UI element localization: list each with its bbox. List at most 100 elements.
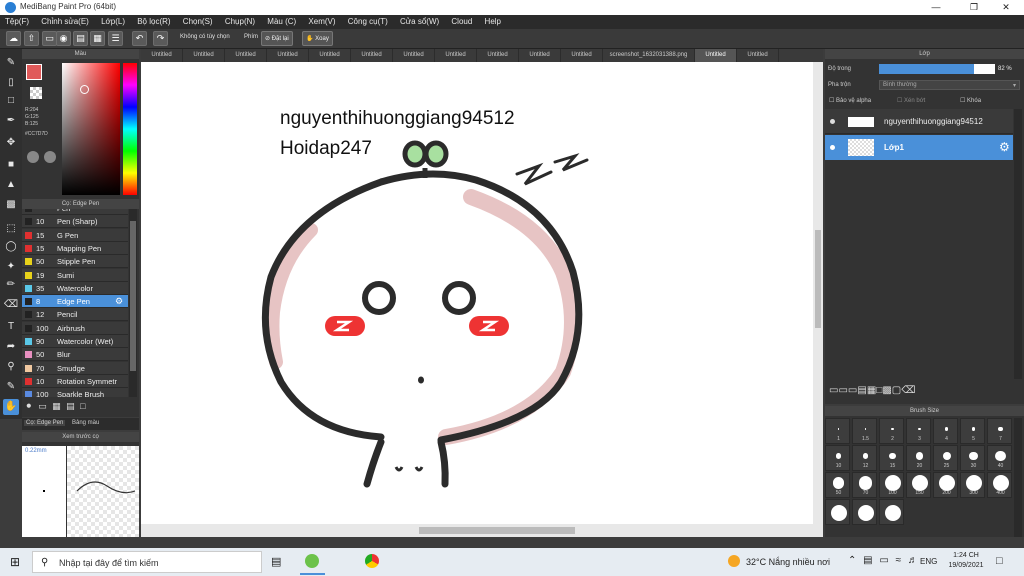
brush-size-cell[interactable]: 10 xyxy=(825,445,850,471)
brush-item[interactable]: 15 G Pen xyxy=(22,228,128,242)
chat-icon[interactable]: ◉ xyxy=(56,31,71,46)
windows-start-icon[interactable]: ⊞ xyxy=(10,555,20,569)
search-box[interactable]: ⚲ Nhập tại đây để tìm kiếm xyxy=(32,551,262,573)
brush-item[interactable]: 90 Watercolor (Wet) xyxy=(22,335,128,348)
layer-row-selected[interactable]: Lớp1 ⚙ xyxy=(825,135,1013,160)
transparent-swatch[interactable] xyxy=(30,87,42,99)
merge-icon[interactable]: ▩ xyxy=(882,385,891,396)
select-tool-icon[interactable]: ⬚ xyxy=(3,221,19,237)
clock[interactable]: 1:24 CH 19/09/2021 xyxy=(946,551,986,571)
brush-folder-icon[interactable]: ▦ xyxy=(52,401,61,411)
folder-icon[interactable]: ▦ xyxy=(867,385,876,396)
medibang-taskbar-icon[interactable] xyxy=(305,554,319,568)
settings-icon[interactable]: ▢ xyxy=(892,385,901,396)
opacity-slider[interactable] xyxy=(879,64,995,74)
brush-item[interactable]: 10 Rotation Symmetr xyxy=(22,374,128,388)
wifi-icon[interactable]: ≈ xyxy=(896,555,902,566)
brush-size-cell[interactable]: 400 xyxy=(987,472,1012,498)
magic-wand-icon[interactable]: ✦ xyxy=(3,259,19,275)
add-layer-icon[interactable]: ▤ xyxy=(857,385,866,396)
brush-size-cell[interactable]: 200 xyxy=(933,472,958,498)
doc-tab[interactable]: Untitled xyxy=(351,49,393,62)
reset-button[interactable]: ⊘ Đặt lại xyxy=(261,31,293,46)
brush-size-cell[interactable]: 12 xyxy=(852,445,877,471)
notification-icon[interactable]: □ xyxy=(996,555,1003,567)
brush-item[interactable]: 100 Airbrush xyxy=(22,321,128,335)
gradient-tool-icon[interactable]: ▩ xyxy=(3,197,19,213)
brush-size-cell[interactable]: 300 xyxy=(960,472,985,498)
drawing-canvas[interactable]: nguyenthihuonggiang94512 Hoidap247 xyxy=(141,62,813,524)
rotate-button[interactable]: ✋ Xoay xyxy=(302,31,333,46)
battery-icon[interactable]: ▭ xyxy=(879,555,888,566)
tab-palette[interactable]: Bảng màu xyxy=(72,420,99,426)
undo-icon[interactable]: ↶ xyxy=(132,31,147,46)
brush-size-cell[interactable]: 50 xyxy=(825,472,850,498)
doc-tab[interactable]: Untitled xyxy=(141,49,183,62)
lock-checkbox[interactable]: ☐ Khóa xyxy=(960,97,981,104)
lasso-tool-icon[interactable]: ◯ xyxy=(3,239,19,255)
doc-tab[interactable]: Untitled xyxy=(393,49,435,62)
menu-select[interactable]: Chọn(S) xyxy=(178,15,218,29)
brush-size-cell[interactable]: 25 xyxy=(933,445,958,471)
comment-icon[interactable]: ▭ xyxy=(42,31,57,46)
main-color-swatch[interactable] xyxy=(26,64,42,80)
palette-icon[interactable] xyxy=(44,151,56,163)
saturation-picker[interactable] xyxy=(62,63,120,195)
doc-tab[interactable]: Untitled xyxy=(737,49,779,62)
brush-item[interactable]: 10 Pen (Sharp) xyxy=(22,215,128,229)
chrome-taskbar-icon[interactable] xyxy=(365,554,379,568)
brush-size-cell[interactable]: 1 xyxy=(825,418,850,444)
dropper-tool-icon[interactable]: ⚲ xyxy=(3,359,19,375)
brush-scrollbar[interactable] xyxy=(129,209,137,397)
visibility-icon[interactable] xyxy=(830,119,835,124)
menu-snap[interactable]: Chụp(N) xyxy=(220,15,260,29)
text-tool-icon[interactable]: T xyxy=(3,319,19,335)
brush-item[interactable]: 19 Sumi xyxy=(22,268,128,282)
brush-size-cell[interactable]: 7 xyxy=(987,418,1012,444)
brush-size-cell[interactable] xyxy=(825,499,850,525)
brush-size-cell[interactable]: 4 xyxy=(933,418,958,444)
brush-size-cell[interactable]: 150 xyxy=(906,472,931,498)
brush-item[interactable]: 70 Smudge xyxy=(22,361,128,375)
horizontal-scroll-thumb[interactable] xyxy=(419,527,575,534)
brush-size-cell[interactable]: 100 xyxy=(879,472,904,498)
brush-add-icon[interactable]: ⚫ xyxy=(25,401,33,411)
brush-item[interactable]: 15 Mapping Pen xyxy=(22,241,128,255)
brush-size-cell[interactable]: 15 xyxy=(879,445,904,471)
doc-tab[interactable]: Untitled xyxy=(561,49,603,62)
brush-size-cell[interactable]: 40 xyxy=(987,445,1012,471)
move-tool-icon[interactable]: ✥ xyxy=(3,135,19,151)
brush-size-cell[interactable]: 3 xyxy=(906,418,931,444)
blend-select[interactable]: Bình thường ▾ xyxy=(879,80,1020,90)
doc-tab[interactable]: Untitled xyxy=(695,49,737,62)
layers-icon[interactable]: ▤ xyxy=(73,31,88,46)
trash-icon[interactable]: ⌫ xyxy=(901,385,915,396)
select-eraser-icon[interactable]: ⌫ xyxy=(3,297,19,313)
brush-size-cell[interactable]: 2 xyxy=(879,418,904,444)
brush-item[interactable]: 12 Pencil xyxy=(22,308,128,322)
brush-size-cell[interactable]: 1.5 xyxy=(852,418,877,444)
vertical-scroll-thumb[interactable] xyxy=(815,230,821,328)
menu-layer[interactable]: Lớp(L) xyxy=(96,15,130,29)
brush-size-cell[interactable]: 5 xyxy=(960,418,985,444)
menu-edit[interactable]: Chỉnh sửa(E) xyxy=(36,15,94,29)
brush-item[interactable]: 100 Sparkle Brush xyxy=(22,388,128,397)
layer-row-text[interactable]: nguyenthihuonggiang94512 xyxy=(825,109,1013,134)
eraser-tool-icon[interactable]: ▯ xyxy=(3,75,19,91)
protect-alpha-checkbox[interactable]: ☐ Bảo vệ alpha xyxy=(829,97,871,104)
doc-tab[interactable]: Untitled xyxy=(267,49,309,62)
redo-icon[interactable]: ↷ xyxy=(153,31,168,46)
operation-tool-icon[interactable]: ➦ xyxy=(3,339,19,355)
cloud-icon[interactable]: ☁ xyxy=(6,31,21,46)
brush-item[interactable]: Pen xyxy=(22,209,128,215)
minimize-button[interactable]: — xyxy=(918,0,954,15)
brush-size-cell[interactable]: 70 xyxy=(852,472,877,498)
share-icon[interactable]: ⇧ xyxy=(24,31,39,46)
brush-size-cell[interactable]: 30 xyxy=(960,445,985,471)
maximize-button[interactable]: ❐ xyxy=(956,0,992,15)
doc-tab[interactable]: Untitled xyxy=(435,49,477,62)
chevron-up-icon[interactable]: ⌃ xyxy=(848,555,856,566)
menu-help[interactable]: Help xyxy=(480,15,506,29)
brush-new-icon[interactable]: ▭ xyxy=(38,401,47,411)
menu-window[interactable]: Cửa sổ(W) xyxy=(395,15,444,29)
